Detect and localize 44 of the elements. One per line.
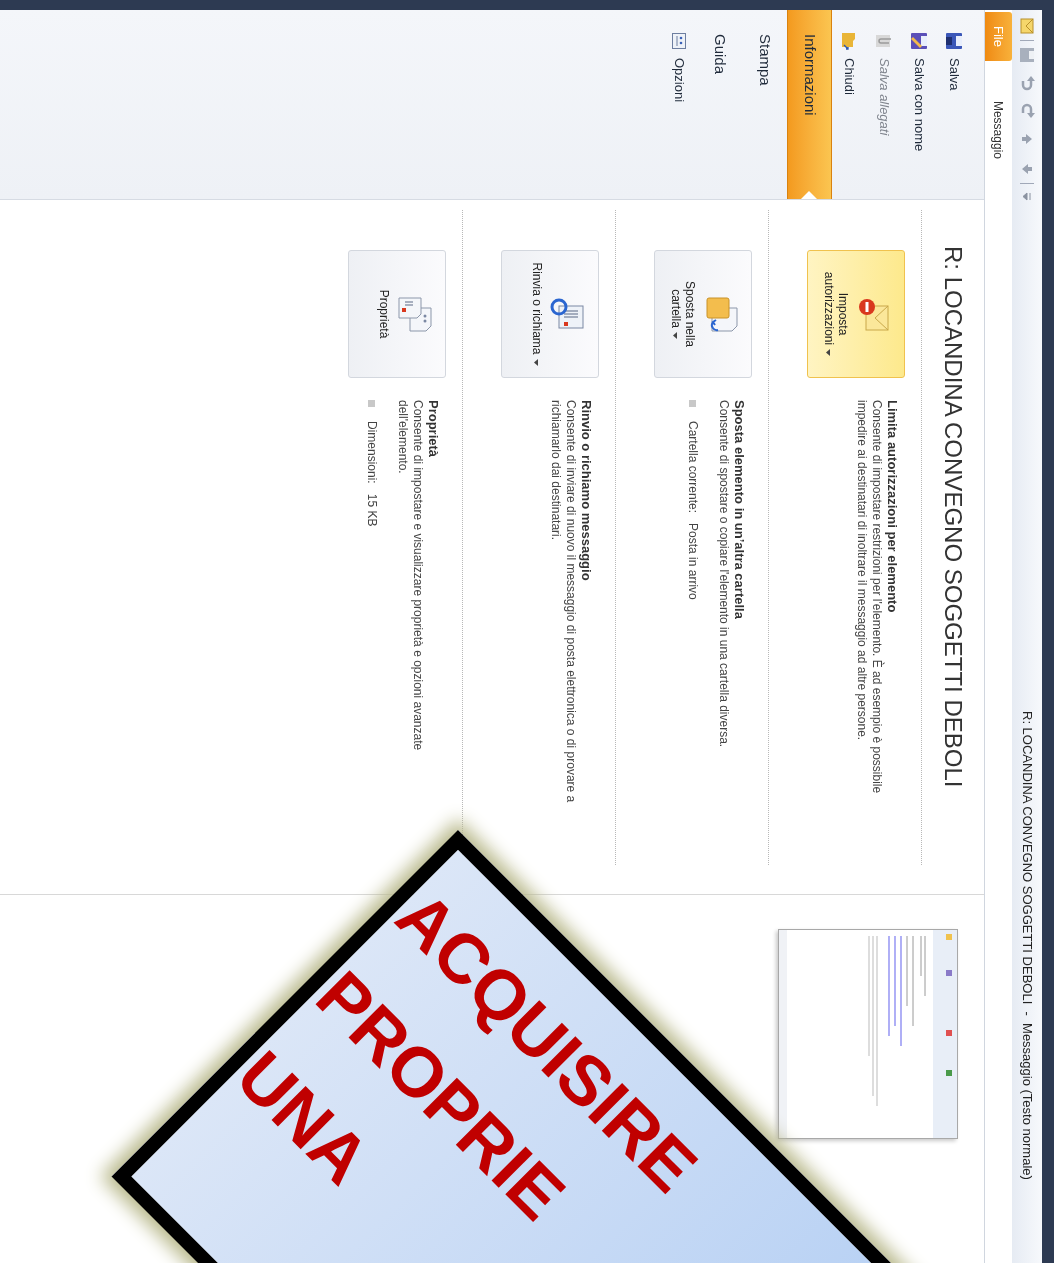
section-heading: Proprietà — [425, 400, 442, 460]
detail-value: 15 KB — [364, 493, 380, 527]
action-button[interactable]: Proprietà — [348, 250, 446, 378]
action-button[interactable]: Rinvia o richiama — [501, 250, 599, 378]
options-document-icon — [670, 32, 689, 50]
dropdown-caret-icon — [826, 349, 831, 357]
section-heading: Rinvio o richiamo messaggio — [578, 400, 595, 583]
paperclip-icon — [875, 32, 894, 50]
bullet-icon — [368, 400, 376, 407]
nav-tab[interactable]: Guida — [697, 10, 742, 199]
undo-icon[interactable] — [1019, 75, 1035, 91]
dropdown-caret-icon — [673, 331, 678, 339]
nav-command[interactable]: Opzioni — [662, 10, 697, 199]
nav-command[interactable]: Salva con nome — [902, 10, 937, 199]
detail-label: Dimensioni: — [364, 421, 380, 484]
folder-document-icon — [703, 294, 739, 334]
up-arrow-icon[interactable] — [1021, 133, 1033, 145]
message-title: R: LOCANDINA CONVEGNO SOGGETTI DEBOLI — [939, 246, 968, 790]
section-description: Consente di impostare e visualizzare proprietà e opzioni avanzate dell'elemento. — [395, 400, 425, 753]
section-description: Consente di impostare restrizioni per l'elemento. È ad esempio è possibile impedire ai destinatari di inoltrare il messaggio ad altre persone. — [854, 400, 884, 796]
bullet-icon — [689, 400, 697, 407]
section-description: Consente di spostare o copiare l'elemento in una cartella diversa. — [716, 400, 731, 750]
save-icon[interactable] — [1019, 47, 1035, 63]
action-button[interactable]: Sposta nella cartella — [654, 250, 752, 378]
section-heading: Limita autorizzazioni per elemento — [884, 400, 901, 615]
down-arrow-icon[interactable] — [1021, 163, 1033, 175]
action-button[interactable]: Imposta autorizzazioni — [807, 250, 905, 378]
redo-icon[interactable] — [1019, 103, 1035, 119]
nav-command[interactable]: Chiudi — [832, 10, 867, 199]
section-heading: Sposta elemento in un’altra cartella — [731, 400, 748, 621]
section-description: Consente di inviare di nuovo il messaggio di posta elettronica o di provare a richiamarlo dai destinatari. — [548, 400, 578, 805]
window-title: R: LOCANDINA CONVEGNO SOGGETTI DEBOLI - Messaggio (Testo normale) — [1018, 711, 1036, 1180]
detail-value: Posta in arrivo — [685, 523, 701, 600]
dropdown-caret-icon — [534, 358, 539, 366]
envelope-icon — [1019, 18, 1035, 34]
nav-tab[interactable]: Informazioni — [787, 10, 832, 199]
documents-icon — [397, 294, 433, 334]
ribbon-tab[interactable]: Messaggio — [985, 78, 1012, 181]
detail-label: Cartella corrente: — [685, 421, 701, 514]
floppy-disk-pencil-icon — [910, 32, 929, 50]
nav-command[interactable]: Salva — [937, 10, 972, 199]
nav-tab[interactable]: Stampa — [742, 10, 787, 199]
selection-notch-icon — [801, 191, 817, 199]
customize-dropdown-icon[interactable] — [1022, 192, 1032, 201]
